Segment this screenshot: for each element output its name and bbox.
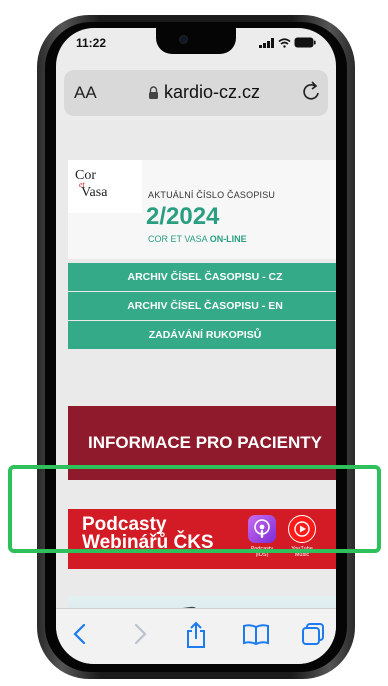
front-camera xyxy=(180,36,187,43)
bookmarks-icon[interactable] xyxy=(242,621,270,647)
url-display[interactable]: kardio-cz.cz xyxy=(148,82,260,103)
status-time: 11:22 xyxy=(76,36,107,50)
cor-et-vasa-banner[interactable]: Cor et Vasa AKTUÁLNÍ ČÍSLO ČASOPISU 2/20… xyxy=(68,160,336,259)
cor-et-vasa-issue[interactable]: 2/2024 xyxy=(146,203,219,231)
forward-icon[interactable] xyxy=(130,621,150,647)
highlight-box xyxy=(8,465,381,553)
share-icon[interactable] xyxy=(184,621,208,649)
status-icons xyxy=(259,37,316,48)
battery-icon xyxy=(294,37,316,48)
browser-toolbar xyxy=(56,608,336,664)
archive-cz-button[interactable]: ARCHIV ČÍSEL ČASOPISU - CZ xyxy=(68,263,336,291)
phone-screen: 11:22 AA kardio-cz.cz Cor et Vasa AKTUÁL… xyxy=(56,28,336,664)
signal-icon xyxy=(259,37,274,48)
text-size-button[interactable]: AA xyxy=(74,83,97,103)
wifi-icon xyxy=(278,37,291,48)
address-bar[interactable]: AA kardio-cz.cz xyxy=(64,70,328,116)
manuscript-submission-button[interactable]: ZADÁVÁNÍ RUKOPISŮ xyxy=(68,321,336,349)
url-text: kardio-cz.cz xyxy=(164,82,261,102)
cor-et-vasa-logo: Cor et Vasa xyxy=(68,160,142,213)
reload-icon[interactable] xyxy=(302,81,322,103)
cor-et-vasa-online[interactable]: COR ET VASA ON-LINE xyxy=(148,234,247,244)
lock-icon xyxy=(149,86,158,99)
cor-et-vasa-subtitle: AKTUÁLNÍ ČÍSLO ČASOPISU xyxy=(148,190,276,200)
back-icon[interactable] xyxy=(70,621,90,647)
tabs-icon[interactable] xyxy=(300,621,326,647)
archive-en-button[interactable]: ARCHIV ČÍSEL ČASOPISU - EN xyxy=(68,292,336,320)
notch xyxy=(156,28,236,54)
